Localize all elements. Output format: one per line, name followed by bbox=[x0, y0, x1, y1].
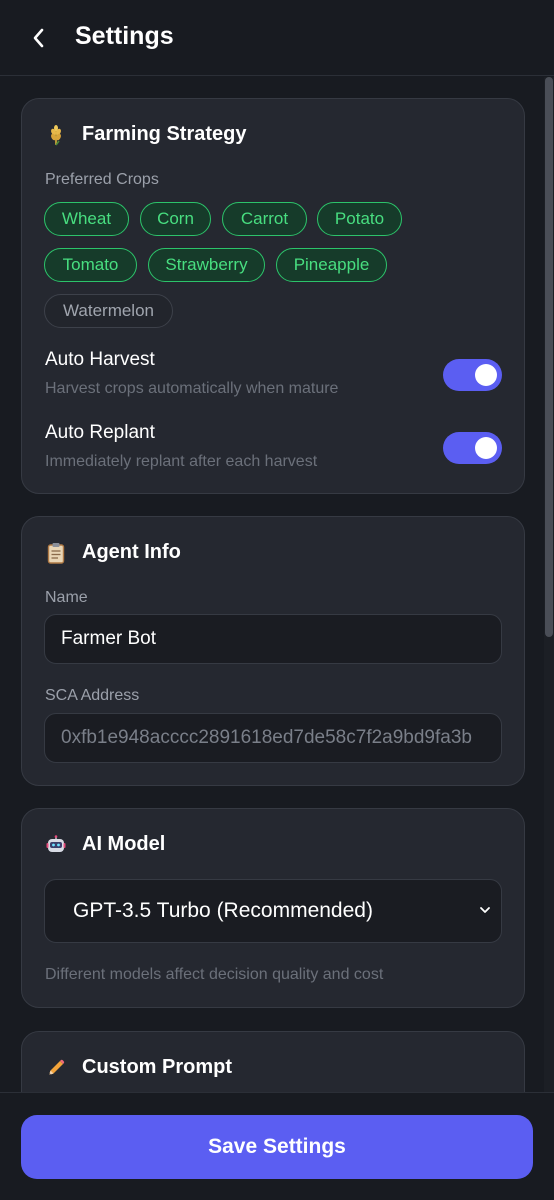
auto-replant-toggle[interactable] bbox=[443, 432, 502, 464]
farming-strategy-header: Farming Strategy bbox=[46, 123, 246, 146]
ai-model-selected-value: GPT-3.5 Turbo (Recommended) bbox=[73, 899, 373, 922]
save-settings-button[interactable]: Save Settings bbox=[21, 1115, 533, 1179]
top-bar: Settings bbox=[0, 0, 554, 76]
farming-strategy-card: Farming Strategy Preferred Crops Wheat C… bbox=[21, 98, 525, 494]
agent-info-card: Agent Info Name Farmer Bot SCA Address 0… bbox=[21, 516, 525, 786]
ai-model-card: AI Model GPT-3.5 Turbo (Recommended) Dif… bbox=[21, 808, 525, 1008]
custom-prompt-title: Custom Prompt bbox=[82, 1056, 232, 1078]
toggle-knob bbox=[475, 437, 497, 459]
footer-bar: Save Settings bbox=[0, 1092, 554, 1200]
crop-chip-potato[interactable]: Potato bbox=[317, 202, 402, 236]
auto-replant-label: Auto Replant bbox=[45, 422, 155, 443]
crop-chip-wheat[interactable]: Wheat bbox=[44, 202, 129, 236]
crop-chip-strawberry[interactable]: Strawberry bbox=[148, 248, 265, 282]
robot-icon bbox=[46, 834, 66, 855]
chevron-left-icon bbox=[33, 28, 44, 48]
auto-replant-desc: Immediately replant after each harvest bbox=[45, 453, 318, 470]
auto-harvest-row: Auto Harvest Harvest crops automatically… bbox=[45, 349, 505, 398]
wheat-icon bbox=[46, 124, 66, 145]
crop-chip-pineapple[interactable]: Pineapple bbox=[276, 248, 387, 282]
crop-chip-corn[interactable]: Corn bbox=[140, 202, 211, 236]
chevron-down-icon bbox=[480, 907, 490, 913]
agent-info-title: Agent Info bbox=[82, 541, 181, 563]
crop-chip-tomato[interactable]: Tomato bbox=[44, 248, 137, 282]
auto-replant-row: Auto Replant Immediately replant after e… bbox=[45, 422, 505, 471]
scrollbar[interactable] bbox=[544, 77, 554, 1092]
name-label: Name bbox=[45, 589, 88, 606]
ai-model-hint: Different models affect decision quality… bbox=[45, 966, 384, 983]
auto-harvest-label: Auto Harvest bbox=[45, 349, 155, 370]
agent-info-header: Agent Info bbox=[46, 541, 181, 564]
settings-scroll-area[interactable]: Farming Strategy Preferred Crops Wheat C… bbox=[0, 77, 554, 1092]
farming-strategy-title: Farming Strategy bbox=[82, 123, 247, 145]
auto-harvest-toggle[interactable] bbox=[443, 359, 502, 391]
back-button[interactable] bbox=[26, 24, 50, 52]
crop-chip-carrot[interactable]: Carrot bbox=[222, 202, 307, 236]
page-title: Settings bbox=[75, 22, 174, 50]
ai-model-title: AI Model bbox=[82, 833, 166, 855]
ai-model-select[interactable]: GPT-3.5 Turbo (Recommended) bbox=[44, 879, 502, 943]
pencil-icon bbox=[46, 1058, 66, 1078]
ai-model-header: AI Model bbox=[46, 833, 165, 856]
scrollbar-thumb[interactable] bbox=[545, 77, 553, 637]
sca-address-field[interactable]: 0xfb1e948acccc2891618ed7de58c7f2a9bd9fa3… bbox=[44, 713, 502, 763]
custom-prompt-header: Custom Prompt bbox=[46, 1056, 232, 1079]
toggle-knob bbox=[475, 364, 497, 386]
custom-prompt-card: Custom Prompt bbox=[21, 1031, 525, 1092]
auto-harvest-desc: Harvest crops automatically when mature bbox=[45, 380, 339, 397]
sca-address-label: SCA Address bbox=[45, 687, 140, 704]
agent-name-field[interactable]: Farmer Bot bbox=[44, 614, 502, 664]
crop-chip-watermelon[interactable]: Watermelon bbox=[44, 294, 173, 328]
clipboard-icon bbox=[46, 542, 66, 564]
preferred-crops-label: Preferred Crops bbox=[45, 171, 159, 188]
